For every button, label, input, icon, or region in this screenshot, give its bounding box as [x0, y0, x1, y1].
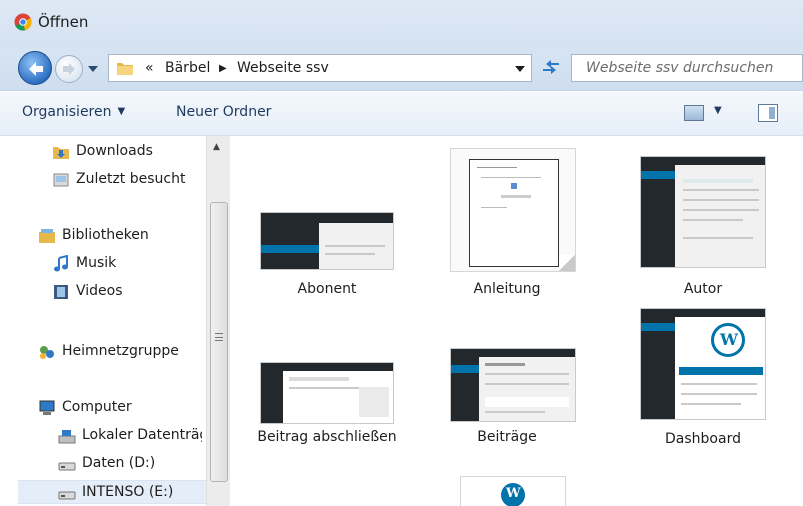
file-thumbnail: W — [640, 308, 766, 420]
breadcrumb-separator-icon[interactable]: ▶ — [219, 63, 227, 74]
file-thumbnail: W — [460, 476, 566, 506]
nav-label: Daten (D:) — [82, 455, 156, 471]
homegroup-icon — [40, 346, 54, 359]
view-options-chevron-icon[interactable]: ▼ — [714, 105, 722, 116]
refresh-icon[interactable] — [537, 54, 565, 82]
arrow-left-icon — [29, 62, 43, 76]
breadcrumb-item[interactable]: Bärbel — [165, 60, 210, 76]
file-thumbnail — [260, 212, 394, 270]
nav-label: Lokaler Datenträg — [82, 427, 202, 443]
nav-label: Heimnetzgruppe — [62, 343, 179, 359]
nav-item-homegroup[interactable]: Heimnetzgruppe — [38, 340, 202, 364]
file-item[interactable]: Anleitung — [444, 146, 594, 306]
file-item[interactable]: W — [452, 476, 602, 506]
search-placeholder: Webseite ssv durchsuchen — [586, 60, 774, 76]
title-bar: Öffnen — [0, 0, 803, 47]
change-view-icon[interactable] — [684, 105, 704, 121]
arrow-right-icon — [63, 63, 75, 75]
chevron-down-icon: ▼ — [117, 106, 126, 117]
forward-button[interactable] — [55, 55, 83, 83]
file-name: Anleitung — [473, 281, 541, 297]
file-thumbnail — [640, 156, 766, 268]
file-item[interactable]: W Dashboard — [626, 308, 776, 448]
nav-label: INTENSO (E:) — [82, 484, 174, 500]
window-title: Öffnen — [38, 13, 89, 31]
command-bar: Organisieren ▼ Neuer Ordner ▼ — [0, 92, 803, 136]
local-disk-icon — [58, 430, 76, 444]
navigation-pane: Downloads Zuletzt besucht Bibliotheken M… — [0, 136, 230, 506]
downloads-folder-icon — [53, 147, 69, 159]
nav-scrollbar[interactable]: ▲ — [206, 136, 230, 506]
file-thumbnail — [450, 348, 576, 422]
back-button[interactable] — [18, 51, 52, 85]
file-item[interactable]: Autor — [626, 150, 776, 306]
nav-item-downloads[interactable]: Downloads — [52, 140, 202, 164]
address-bar[interactable]: « Bärbel ▶ Webseite ssv — [108, 54, 532, 82]
recent-places-icon — [53, 173, 69, 187]
computer-icon — [39, 400, 55, 415]
nav-item-libraries[interactable]: Bibliotheken — [38, 224, 202, 248]
drive-icon — [58, 462, 76, 471]
file-name: Dashboard — [665, 431, 741, 447]
chrome-icon — [14, 13, 32, 31]
grip-icon — [215, 333, 223, 341]
breadcrumb-item[interactable]: Webseite ssv — [237, 60, 329, 76]
nav-label: Downloads — [76, 143, 153, 159]
nav-item-music[interactable]: Musik — [52, 252, 202, 276]
file-list: Abonent Anleitung Autor Beitrag abschlie… — [230, 136, 803, 506]
file-name: Abonent — [297, 281, 357, 297]
address-dropdown-icon[interactable] — [515, 66, 525, 72]
file-thumbnail — [260, 362, 394, 424]
nav-item-recent[interactable]: Zuletzt besucht — [52, 168, 202, 192]
search-input[interactable]: Webseite ssv durchsuchen — [571, 54, 803, 82]
preview-pane-icon[interactable] — [758, 104, 778, 122]
nav-label: Zuletzt besucht — [76, 171, 186, 187]
nav-label: Musik — [76, 255, 117, 271]
nav-item-drive-d[interactable]: Daten (D:) — [58, 452, 202, 476]
file-name: Autor — [683, 281, 723, 297]
address-row: « Bärbel ▶ Webseite ssv Webseite ssv dur… — [0, 47, 803, 91]
file-item[interactable]: Beiträge — [444, 346, 594, 446]
folder-icon — [117, 63, 133, 75]
nav-item-local-disk[interactable]: Lokaler Datenträg — [58, 424, 202, 448]
file-thumbnail — [450, 148, 576, 272]
scroll-thumb[interactable] — [210, 202, 228, 482]
nav-label: Bibliotheken — [62, 227, 149, 243]
organize-button[interactable]: Organisieren ▼ — [22, 104, 125, 120]
nav-item-videos[interactable]: Videos — [52, 280, 202, 304]
scroll-up-icon[interactable]: ▲ — [213, 142, 220, 152]
breadcrumb-overflow[interactable]: « — [145, 60, 154, 76]
videos-icon — [54, 285, 68, 299]
nav-item-computer[interactable]: Computer — [38, 396, 202, 420]
file-item[interactable]: Abonent — [252, 206, 402, 306]
libraries-icon — [39, 229, 55, 243]
file-item[interactable]: Beitrag abschließen — [252, 358, 402, 470]
file-name: Beitrag abschließen — [252, 428, 402, 446]
nav-label: Computer — [62, 399, 132, 415]
file-name-text: Beitrag abschließen — [257, 429, 397, 445]
file-name: Beiträge — [477, 429, 537, 445]
nav-label: Videos — [76, 283, 123, 299]
drive-icon — [58, 491, 76, 500]
history-dropdown-icon[interactable] — [87, 64, 99, 74]
new-folder-button[interactable]: Neuer Ordner — [176, 104, 271, 120]
music-icon — [54, 255, 68, 272]
organize-label: Organisieren — [22, 104, 112, 120]
nav-item-drive-e[interactable]: INTENSO (E:) — [18, 480, 206, 504]
